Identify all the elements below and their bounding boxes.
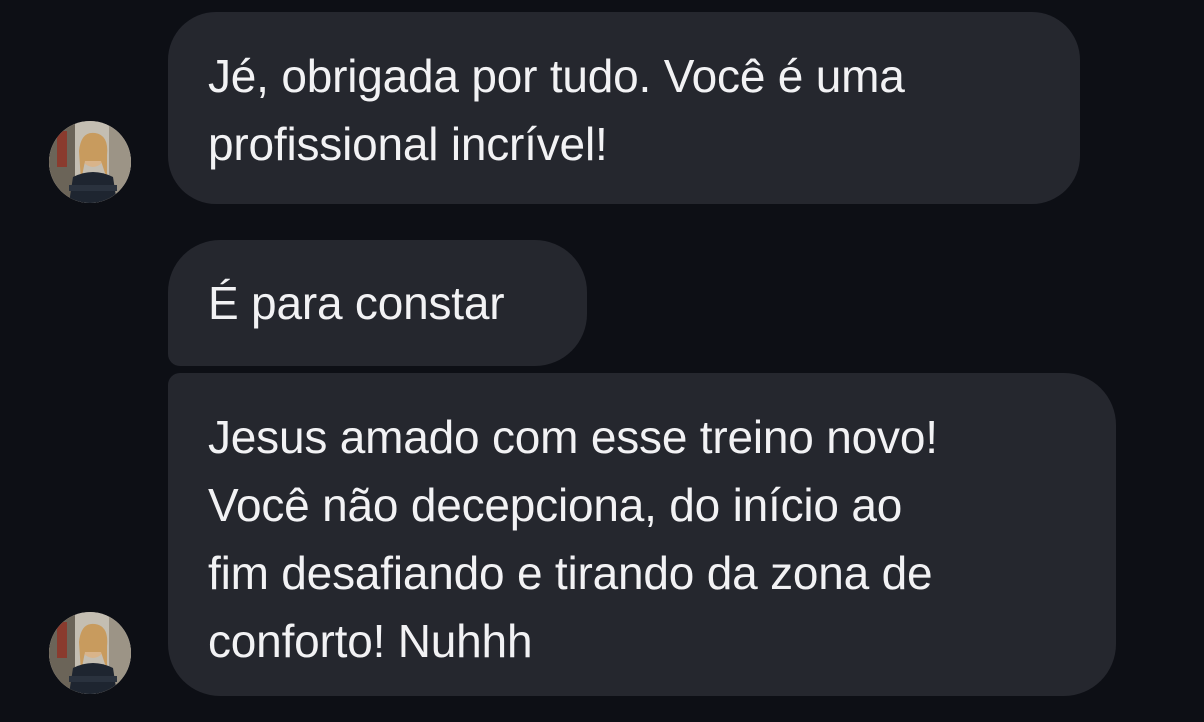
- message-text: conforto! Nuhhh: [208, 615, 533, 667]
- sender-avatar[interactable]: [49, 121, 131, 203]
- message-bubble[interactable]: Jé, obrigada por tudo. Você é uma profis…: [168, 12, 1080, 204]
- avatar-photo-icon: [49, 121, 131, 203]
- message-bubble[interactable]: Jesus amado com esse treino novo! Você n…: [168, 373, 1116, 696]
- message-text: profissional incrível!: [208, 118, 608, 170]
- avatar-photo-icon: [49, 612, 131, 694]
- sender-avatar[interactable]: [49, 612, 131, 694]
- message-text: fim desafiando e tirando da zona de: [208, 547, 933, 599]
- message-text: Jé, obrigada por tudo. Você é uma: [208, 50, 905, 102]
- message-text: É para constar: [208, 277, 505, 329]
- message-text: Você não decepciona, do início ao: [208, 479, 903, 531]
- message-text: Jesus amado com esse treino novo!: [208, 411, 938, 463]
- message-bubble[interactable]: É para constar: [168, 240, 587, 366]
